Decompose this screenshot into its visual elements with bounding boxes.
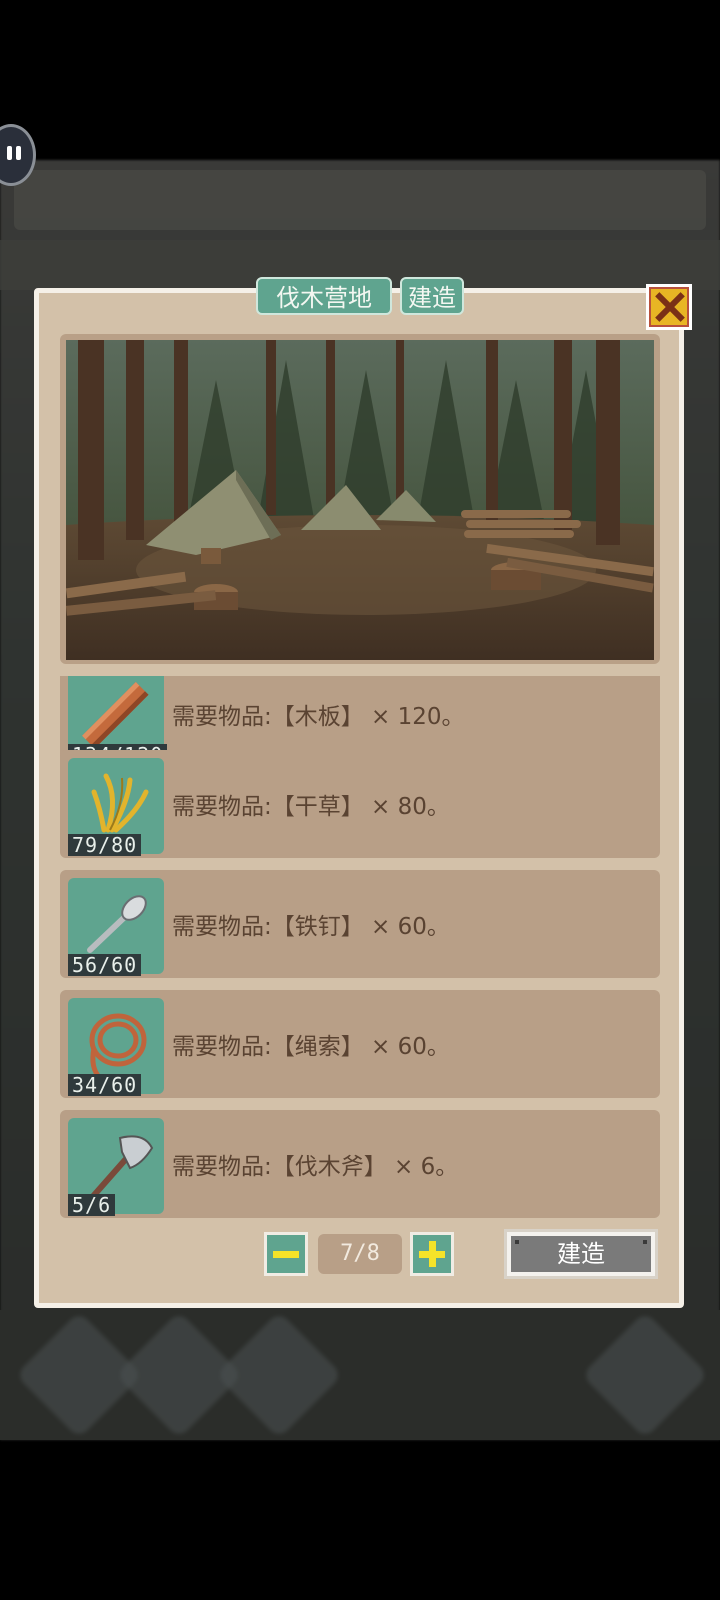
list-item: 5/6 需要物品:【伐木斧】 × 6。 xyxy=(60,1110,660,1218)
lumber-camp-image xyxy=(66,340,654,660)
item-requirement-text: 需要物品:【伐木斧】 × 6。 xyxy=(172,1154,459,1180)
item-requirement-text: 需要物品:【干草】 × 80。 xyxy=(172,794,450,820)
quantity-display: 7/8 xyxy=(318,1234,402,1274)
item-requirement-text: 需要物品:【铁钉】 × 60。 xyxy=(172,914,450,940)
building-name-tab: 伐木营地 xyxy=(256,277,392,315)
item-count: 5/6 xyxy=(68,1194,116,1216)
increase-quantity-button[interactable] xyxy=(410,1232,454,1276)
item-count: 79/80 xyxy=(68,834,142,856)
item-count: 56/60 xyxy=(68,954,142,976)
dialog-header: 伐木营地 建造 xyxy=(0,277,720,317)
close-button[interactable] xyxy=(646,284,692,330)
list-item: 34/60 需要物品:【绳索】 × 60。 xyxy=(60,990,660,1098)
build-button-label: 建造 xyxy=(511,1236,651,1272)
list-item: 56/60 需要物品:【铁钉】 × 60。 xyxy=(60,870,660,978)
item-requirement-text: 需要物品:【绳索】 × 60。 xyxy=(172,1034,450,1060)
required-items-list[interactable]: 134/120 需要物品:【木板】 × 120。 79/80 需要物品:【干草】… xyxy=(60,676,660,1220)
background-top-bar xyxy=(14,170,706,230)
item-count: 34/60 xyxy=(68,1074,142,1096)
pause-icon xyxy=(16,146,21,160)
build-tab[interactable]: 建造 xyxy=(400,277,464,315)
decrease-quantity-button[interactable] xyxy=(264,1232,308,1276)
build-button[interactable]: 建造 xyxy=(504,1229,658,1279)
building-illustration-frame xyxy=(60,334,660,664)
list-item: 79/80 需要物品:【干草】 × 80。 xyxy=(60,750,660,858)
pause-icon xyxy=(7,146,12,160)
